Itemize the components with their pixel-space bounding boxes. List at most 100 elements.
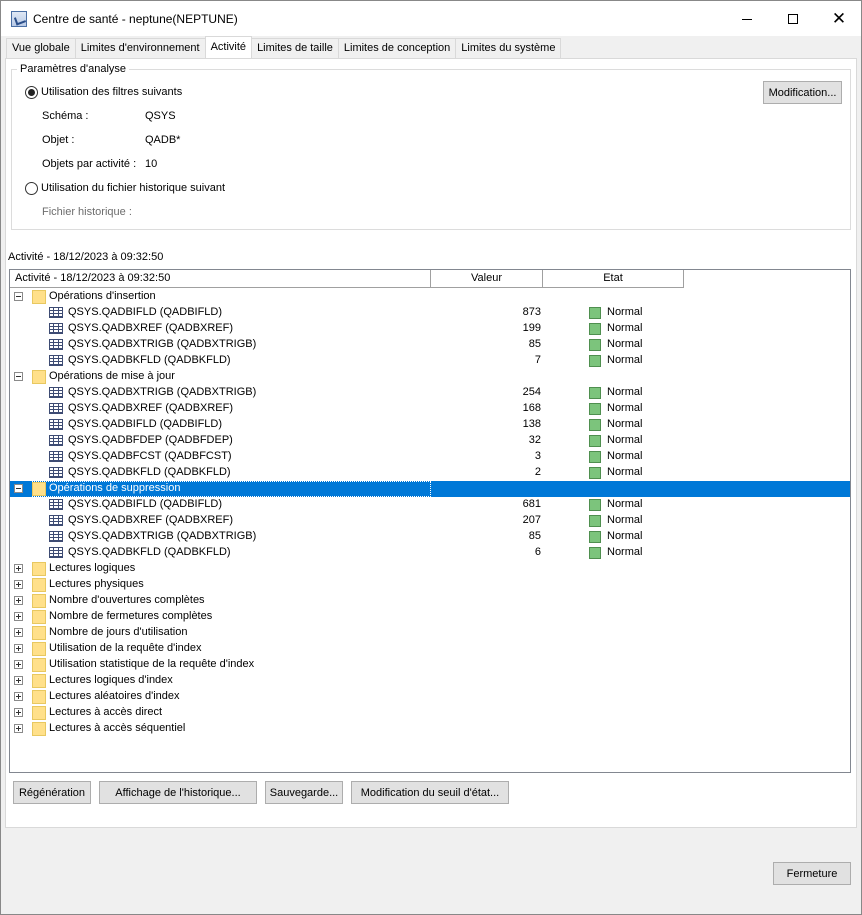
object-value: 85 (528, 338, 541, 350)
table-row[interactable]: QSYS.QADBXREF (QADBXREF) 168 Normal (10, 401, 850, 417)
history-file-label: Fichier historique : (42, 206, 132, 218)
collapse-icon[interactable] (14, 292, 23, 301)
objects-per-activity-value: 10 (145, 158, 158, 170)
folder-icon (32, 674, 46, 688)
table-row[interactable]: QSYS.QADBXTRIGB (QADBXTRIGB) 85 Normal (10, 337, 850, 353)
tab-size-limits[interactable]: Limites de taille (251, 38, 339, 58)
object-value: 3 (534, 450, 541, 462)
minimize-button[interactable] (724, 1, 770, 37)
close-button[interactable]: Fermeture (773, 862, 851, 885)
status-normal-icon (589, 499, 601, 511)
expand-icon[interactable] (14, 660, 23, 669)
object-name: QSYS.QADBIFLD (QADBIFLD) (68, 306, 223, 318)
tree-group-row[interactable]: Utilisation statistique de la requête d'… (10, 657, 850, 673)
collapse-icon[interactable] (14, 484, 23, 493)
tree-group-row[interactable]: Lectures à accès séquentiel (10, 721, 850, 737)
object-value: 138 (522, 418, 541, 430)
status-text: Normal (607, 418, 643, 430)
activity-tree[interactable]: Activité - 18/12/2023 à 09:32:50 Valeur … (9, 269, 851, 773)
table-row[interactable]: QSYS.QADBXREF (QADBXREF) 207 Normal (10, 513, 850, 529)
status-normal-icon (589, 531, 601, 543)
table-row[interactable]: QSYS.QADBXREF (QADBXREF) 199 Normal (10, 321, 850, 337)
tree-group-row[interactable]: Utilisation de la requête d'index (10, 641, 850, 657)
object-value: 85 (528, 530, 541, 542)
schema-label: Schéma : (42, 110, 89, 122)
table-icon (49, 387, 63, 398)
tab-activity[interactable]: Activité (204, 36, 253, 58)
modify-threshold-button[interactable]: Modification du seuil d'état... (351, 781, 509, 804)
table-row[interactable]: QSYS.QADBKFLD (QADBKFLD) 2 Normal (10, 465, 850, 481)
folder-icon (32, 562, 46, 576)
table-row[interactable]: QSYS.QADBFCST (QADBFCST) 3 Normal (10, 449, 850, 465)
tree-group-row[interactable]: Nombre de fermetures complètes (10, 609, 850, 625)
object-value: 7 (534, 354, 541, 366)
collapse-icon[interactable] (14, 372, 23, 381)
tree-group-row[interactable]: Nombre de jours d'utilisation (10, 625, 850, 641)
column-header-activity[interactable]: Activité - 18/12/2023 à 09:32:50 (10, 270, 431, 288)
object-value: 254 (522, 386, 541, 398)
status-text: Normal (607, 514, 643, 526)
expand-icon[interactable] (14, 708, 23, 717)
column-header-state[interactable]: Etat (543, 270, 684, 288)
expand-icon[interactable] (14, 692, 23, 701)
tree-group-row[interactable]: Lectures logiques d'index (10, 673, 850, 689)
expand-icon[interactable] (14, 596, 23, 605)
save-button[interactable]: Sauvegarde... (265, 781, 343, 804)
object-value: 199 (522, 322, 541, 334)
history-display-button[interactable]: Affichage de l'historique... (99, 781, 257, 804)
table-icon (49, 419, 63, 430)
filters-radio-label[interactable]: Utilisation des filtres suivants (41, 86, 182, 98)
folder-icon (32, 722, 46, 736)
tree-group-row[interactable]: Opérations de mise à jour (10, 369, 850, 385)
table-row[interactable]: QSYS.QADBXTRIGB (QADBXTRIGB) 254 Normal (10, 385, 850, 401)
object-name: QSYS.QADBXREF (QADBXREF) (68, 322, 234, 334)
object-name: QSYS.QADBKFLD (QADBKFLD) (68, 354, 231, 366)
expand-icon[interactable] (14, 644, 23, 653)
table-row[interactable]: QSYS.QADBKFLD (QADBKFLD) 6 Normal (10, 545, 850, 561)
tree-group-row[interactable]: Opérations de suppression (10, 481, 850, 497)
group-label: Nombre de fermetures complètes (49, 610, 213, 622)
expand-icon[interactable] (14, 580, 23, 589)
tree-group-row[interactable]: Lectures à accès direct (10, 705, 850, 721)
regenerate-button[interactable]: Régénération (13, 781, 91, 804)
close-window-button[interactable]: ✕ (816, 1, 862, 37)
table-row[interactable]: QSYS.QADBKFLD (QADBKFLD) 7 Normal (10, 353, 850, 369)
object-value: 681 (522, 498, 541, 510)
expand-icon[interactable] (14, 564, 23, 573)
expand-icon[interactable] (14, 676, 23, 685)
expand-icon[interactable] (14, 628, 23, 637)
history-file-radio-label[interactable]: Utilisation du fichier historique suivan… (41, 182, 225, 194)
maximize-button[interactable] (770, 1, 816, 37)
status-normal-icon (589, 339, 601, 351)
tab-design-limits[interactable]: Limites de conception (337, 38, 457, 58)
status-text: Normal (607, 434, 643, 446)
object-name: QSYS.QADBXTRIGB (QADBXTRIGB) (68, 338, 257, 350)
status-text: Normal (607, 338, 643, 350)
object-name: QSYS.QADBXTRIGB (QADBXTRIGB) (68, 530, 257, 542)
column-header-value[interactable]: Valeur (431, 270, 543, 288)
object-value: 873 (522, 306, 541, 318)
filters-radio[interactable] (25, 86, 38, 99)
expand-icon[interactable] (14, 612, 23, 621)
tab-environment-limits[interactable]: Limites d'environnement (74, 38, 206, 58)
tree-group-row[interactable]: Nombre d'ouvertures complètes (10, 593, 850, 609)
table-row[interactable]: QSYS.QADBXTRIGB (QADBXTRIGB) 85 Normal (10, 529, 850, 545)
tab-overview[interactable]: Vue globale (6, 38, 76, 58)
table-row[interactable]: QSYS.QADBFDEP (QADBFDEP) 32 Normal (10, 433, 850, 449)
expand-icon[interactable] (14, 724, 23, 733)
group-label: Utilisation statistique de la requête d'… (49, 658, 255, 670)
history-file-radio[interactable] (25, 182, 38, 195)
group-label: Lectures logiques (49, 562, 136, 574)
object-value: 6 (534, 546, 541, 558)
tab-system-limits[interactable]: Limites du système (455, 38, 562, 58)
tree-group-row[interactable]: Lectures logiques (10, 561, 850, 577)
tree-group-row[interactable]: Lectures physiques (10, 577, 850, 593)
tree-group-row[interactable]: Lectures aléatoires d'index (10, 689, 850, 705)
tree-group-row[interactable]: Opérations d'insertion (10, 289, 850, 305)
maximize-icon (788, 14, 798, 24)
table-row[interactable]: QSYS.QADBIFLD (QADBIFLD) 138 Normal (10, 417, 850, 433)
modify-filters-button[interactable]: Modification... (763, 81, 842, 104)
object-value: 168 (522, 402, 541, 414)
table-row[interactable]: QSYS.QADBIFLD (QADBIFLD) 873 Normal (10, 305, 850, 321)
table-row[interactable]: QSYS.QADBIFLD (QADBIFLD) 681 Normal (10, 497, 850, 513)
